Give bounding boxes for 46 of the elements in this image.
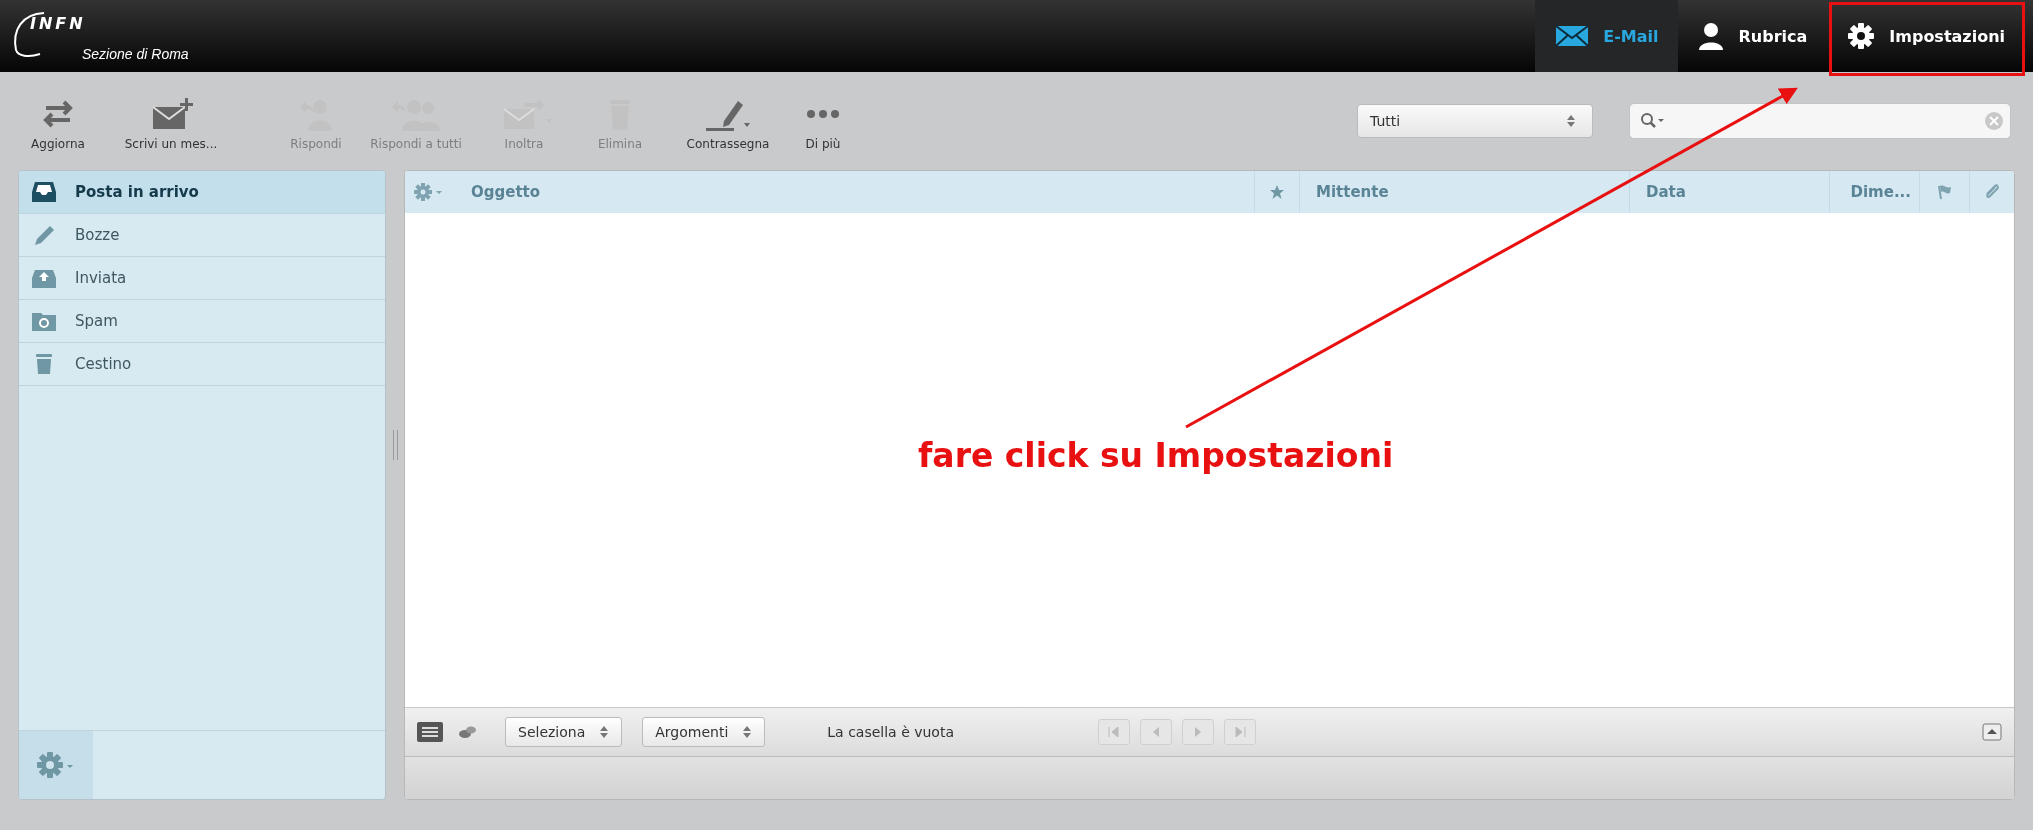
column-header[interactable]: Data [1630, 171, 1830, 213]
status-text: La casella è vuota [827, 724, 954, 740]
folder-item[interactable]: Cestino [19, 343, 385, 386]
nav-tab[interactable]: Impostazioni [1827, 0, 2033, 72]
column-header[interactable]: Mittente [1300, 171, 1630, 213]
search-field[interactable] [1629, 103, 2011, 139]
settings-icon [36, 751, 76, 779]
toolbar-button[interactable]: Di più [788, 91, 858, 151]
filter-select[interactable]: Tutti [1357, 104, 1593, 138]
nav-tab[interactable]: Rubrica [1678, 0, 1828, 72]
logo-subtitle: Sezione di Roma [82, 46, 189, 62]
threads-icon[interactable] [457, 724, 479, 740]
last-page-icon [1234, 727, 1246, 737]
folder-item[interactable]: Bozze [19, 214, 385, 257]
search-icon [1640, 112, 1666, 130]
column-header[interactable]: Oggetto [455, 171, 1255, 213]
preview-toggle-icon[interactable] [1982, 723, 2002, 741]
list-view-icon[interactable] [417, 722, 443, 742]
paperclip-icon [1983, 183, 2001, 201]
stepper-icon [742, 725, 753, 739]
clear-icon[interactable] [1984, 111, 2004, 131]
flag-icon [1936, 184, 1953, 200]
envelope-icon [1555, 25, 1590, 47]
stepper-icon [599, 725, 610, 739]
folder-item[interactable]: Inviata [19, 257, 385, 300]
folder-item[interactable]: Spam [19, 300, 385, 343]
last-page-button[interactable] [1224, 719, 1256, 745]
toolbar-button[interactable]: Scrivi un mes... [106, 91, 236, 151]
settings-icon [1847, 22, 1876, 50]
dropdown-select[interactable]: Argomenti [642, 717, 766, 747]
dropdown-select[interactable]: Seleziona [505, 717, 623, 747]
first-page-icon [1108, 727, 1120, 737]
next-page-button[interactable] [1182, 719, 1214, 745]
stepper-icon [1566, 114, 1576, 128]
previous-page-button[interactable] [1140, 719, 1172, 745]
toolbar-button[interactable]: Aggiorna [10, 91, 106, 151]
annotation-text: fare click su Impostazioni [918, 436, 1394, 475]
nav-tab[interactable]: E-Mail [1535, 0, 1679, 72]
column-header[interactable]: Dime... [1830, 171, 1920, 213]
person-icon [1698, 22, 1725, 50]
folder-item[interactable]: Posta in arrivo [19, 171, 385, 214]
first-page-button[interactable] [1098, 719, 1130, 745]
star-icon [1269, 184, 1285, 200]
settings-menu-button[interactable] [19, 731, 93, 799]
logo-text: INFN [30, 14, 86, 33]
toolbar-button[interactable]: Contrassegna [668, 91, 788, 151]
